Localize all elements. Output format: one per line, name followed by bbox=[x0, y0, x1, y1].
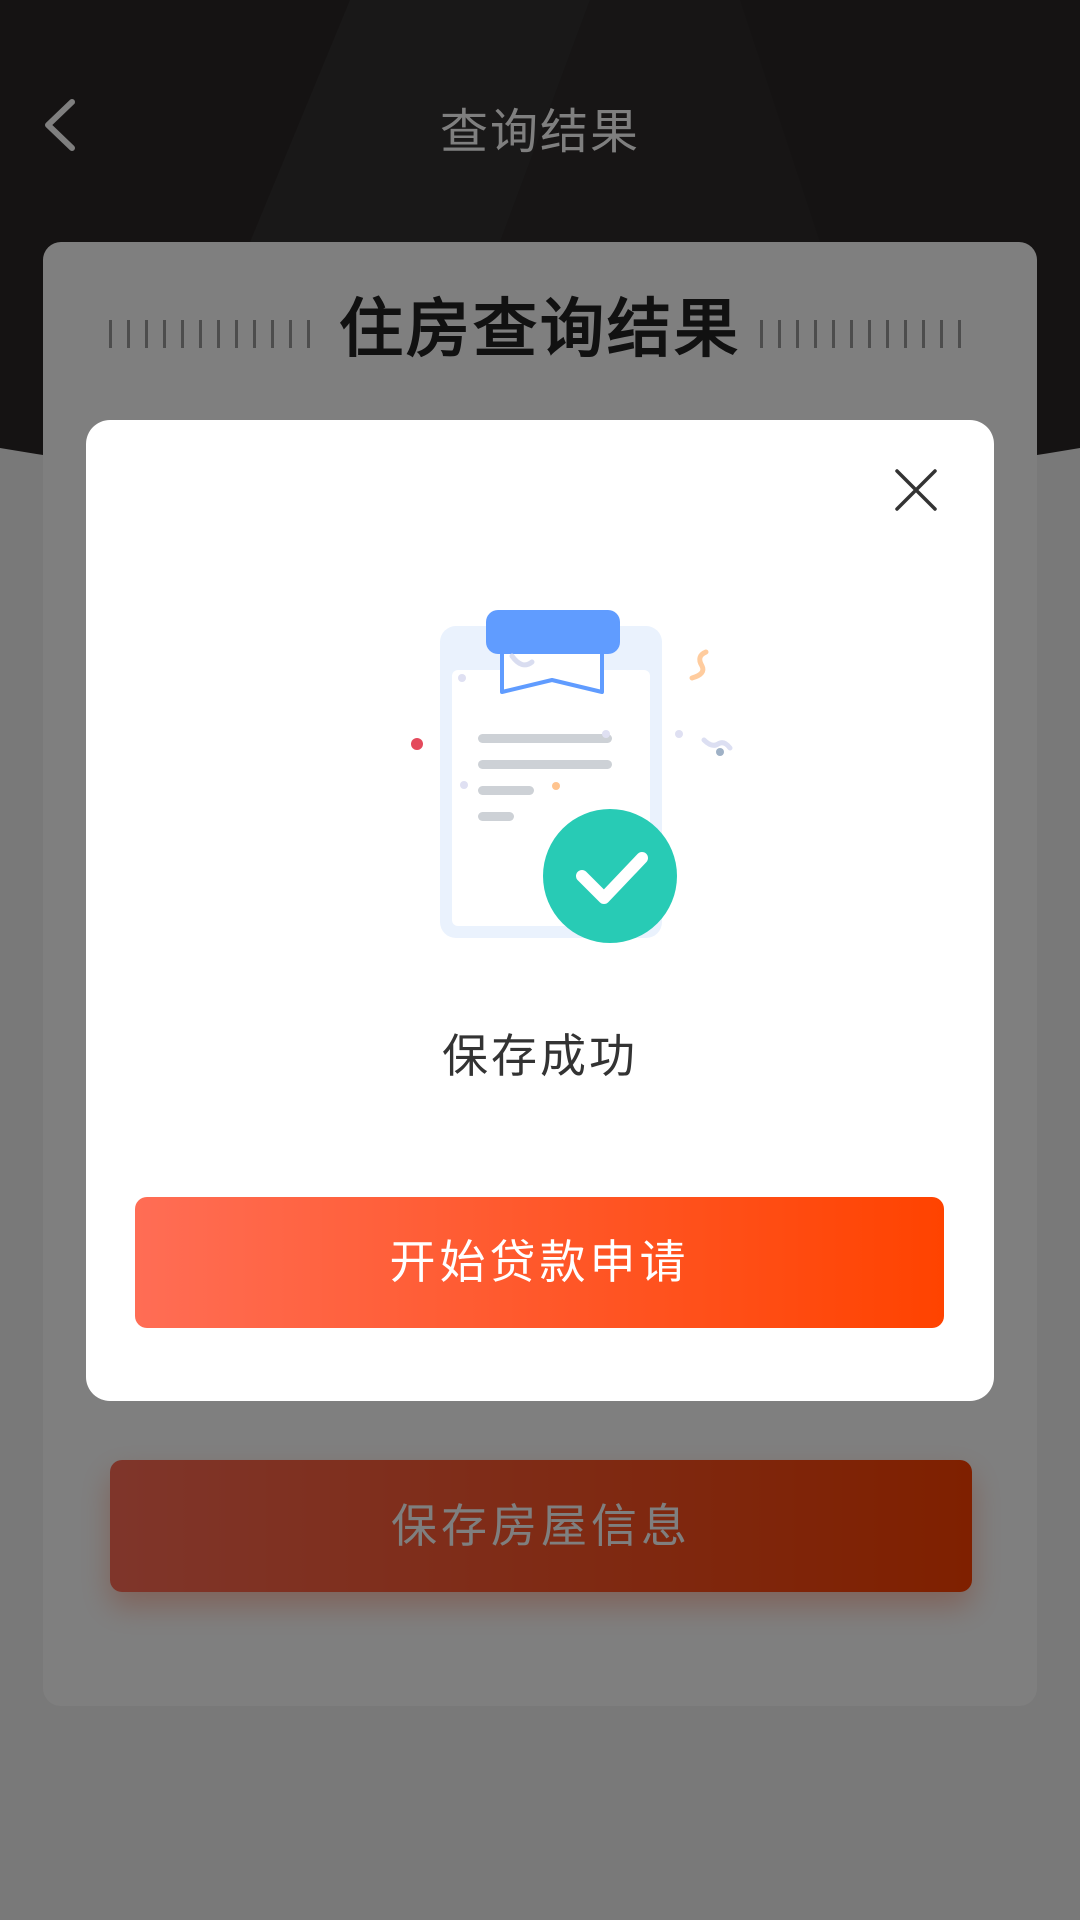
clipboard-success-icon bbox=[306, 590, 786, 960]
success-modal: 保存成功 开始贷款申请 bbox=[86, 420, 994, 1401]
close-icon bbox=[895, 469, 937, 511]
screen: 查询结果 住房查询结果 保存房屋信息 bbox=[0, 0, 1080, 1920]
success-message: 保存成功 bbox=[442, 1029, 638, 1083]
start-loan-application-button[interactable]: 开始贷款申请 bbox=[135, 1197, 944, 1328]
close-button[interactable] bbox=[894, 468, 938, 512]
